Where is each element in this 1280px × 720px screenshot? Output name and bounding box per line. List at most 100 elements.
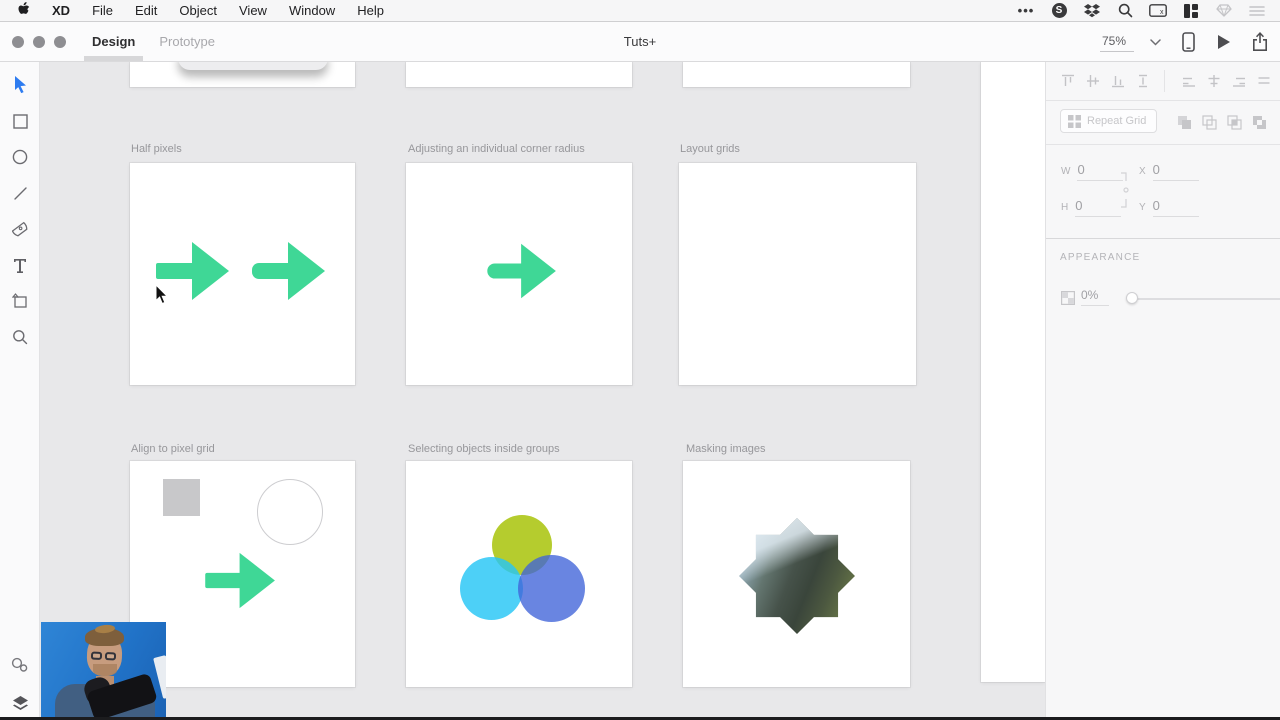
boolean-add-icon[interactable] [1176,114,1192,130]
width-input[interactable]: 0 [1077,162,1124,181]
more-ellipsis-icon[interactable]: ••• [1017,2,1035,20]
menu-object[interactable]: Object [168,0,228,21]
menu-edit[interactable]: Edit [124,0,168,21]
window-zoom-button[interactable] [54,36,66,48]
star-masked-image[interactable] [739,518,855,634]
zoom-level-value[interactable]: 75% [1099,32,1134,52]
x-input[interactable]: 0 [1152,162,1199,181]
select-tool[interactable] [0,70,40,100]
artboard-label[interactable]: Layout grids [680,143,740,155]
artboard-layout-grids[interactable] [679,163,916,385]
align-left-icon[interactable] [1181,73,1197,89]
mode-tabs: Design Prototype [84,22,217,61]
skype-icon[interactable]: S [1050,2,1068,20]
document-title: Tuts+ [623,34,657,49]
align-top-icon[interactable] [1060,73,1076,89]
window-close-button[interactable] [12,36,24,48]
device-preview-icon[interactable] [1182,31,1195,52]
assets-tool[interactable] [0,650,40,680]
distribute-horizontal-icon[interactable] [1256,73,1272,89]
cyan-circle-shape[interactable] [460,557,523,620]
boolean-intersect-icon[interactable] [1226,114,1242,130]
ellipse-tool[interactable] [0,142,40,172]
y-input[interactable]: 0 [1152,198,1199,217]
green-arrow-shape[interactable] [205,549,278,612]
menu-window[interactable]: Window [278,0,346,21]
distribute-vertical-icon[interactable] [1135,73,1151,89]
y-label: Y [1139,202,1146,213]
align-right-icon[interactable] [1231,73,1247,89]
window-layout-icon[interactable] [1182,2,1200,20]
share-icon[interactable] [1252,32,1268,51]
outline-circle-shape[interactable] [257,479,323,545]
gray-square-shape[interactable] [163,479,200,516]
artboard-label[interactable]: Masking images [686,443,765,455]
properties-panel: Repeat Grid W 0 X 0 H 0 Y 0 APPEARANCE 0… [1045,62,1280,720]
appearance-section-title: APPEARANCE [1060,252,1141,263]
rectangle-tool[interactable] [0,106,40,136]
green-arrow-shape[interactable] [252,238,328,304]
boolean-exclude-icon[interactable] [1251,114,1267,130]
webcam-overlay [41,622,166,720]
svg-text:x: x [1160,9,1164,16]
panel-divider [1046,238,1280,239]
dropbox-icon[interactable] [1083,2,1101,20]
green-arrow-shape[interactable] [487,240,559,302]
menu-file[interactable]: File [81,0,124,21]
play-preview-icon[interactable] [1216,34,1231,50]
search-icon[interactable] [1116,2,1134,20]
list-icon[interactable] [1248,2,1266,20]
mouse-cursor [155,284,169,305]
opacity-slider-track[interactable] [1130,298,1280,300]
artboard-label[interactable]: Align to pixel grid [131,443,215,455]
opacity-slider-knob[interactable] [1126,292,1138,304]
opacity-input[interactable]: 0% [1081,288,1109,306]
layers-tool[interactable] [0,688,40,718]
pen-tool[interactable] [0,214,40,244]
lock-aspect-ratio-icon[interactable] [1118,170,1130,210]
xd-application-window: XD File Edit Object View Window Help •••… [0,0,1280,720]
menu-xd[interactable]: XD [41,0,81,21]
zoom-tool[interactable] [0,322,40,352]
active-tab-underline [84,56,144,61]
tab-prototype[interactable]: Prototype [157,22,217,61]
repeat-grid-icon [1068,114,1081,128]
menu-help[interactable]: Help [346,0,395,21]
text-tool[interactable] [0,250,40,280]
window-minimize-button[interactable] [33,36,45,48]
blue-circle-shape[interactable] [518,555,585,622]
height-label: H [1061,202,1069,213]
align-bottom-icon[interactable] [1110,73,1126,89]
artboard-label[interactable]: Half pixels [131,143,182,155]
artboard-partial-top-2[interactable] [406,62,632,87]
tools-sidebar [0,62,40,720]
align-middle-icon[interactable] [1085,73,1101,89]
presenter-glasses [90,651,117,661]
apple-menu[interactable] [0,0,41,21]
menu-view[interactable]: View [228,0,278,21]
panel-divider [1046,100,1280,101]
artboard-partial-right[interactable] [981,62,1045,682]
apple-icon [18,1,31,20]
width-label: W [1061,166,1071,177]
rounded-rect-shape[interactable] [178,62,328,70]
artboard-label[interactable]: Selecting objects inside groups [408,443,560,455]
artboard-partial-top-1[interactable] [130,62,355,87]
app-toolbar: Design Prototype Tuts+ 75% [0,22,1280,62]
zoom-level-control[interactable]: 75% [1099,32,1161,52]
artboard-label[interactable]: Adjusting an individual corner radius [408,143,585,155]
gem-icon[interactable] [1215,2,1233,20]
line-tool[interactable] [0,178,40,208]
macos-menu-bar: XD File Edit Object View Window Help •••… [0,0,1280,22]
height-input[interactable]: 0 [1075,198,1122,217]
window-controls[interactable] [12,36,66,48]
input-source-icon[interactable]: x [1149,2,1167,20]
boolean-subtract-icon[interactable] [1201,114,1217,130]
repeat-grid-button[interactable]: Repeat Grid [1060,109,1158,133]
align-center-icon[interactable] [1206,73,1222,89]
panel-divider [1046,144,1280,145]
x-label: X [1139,166,1146,177]
tab-design[interactable]: Design [84,22,144,61]
artboard-partial-top-3[interactable] [683,62,910,87]
artboard-tool[interactable] [0,286,40,316]
